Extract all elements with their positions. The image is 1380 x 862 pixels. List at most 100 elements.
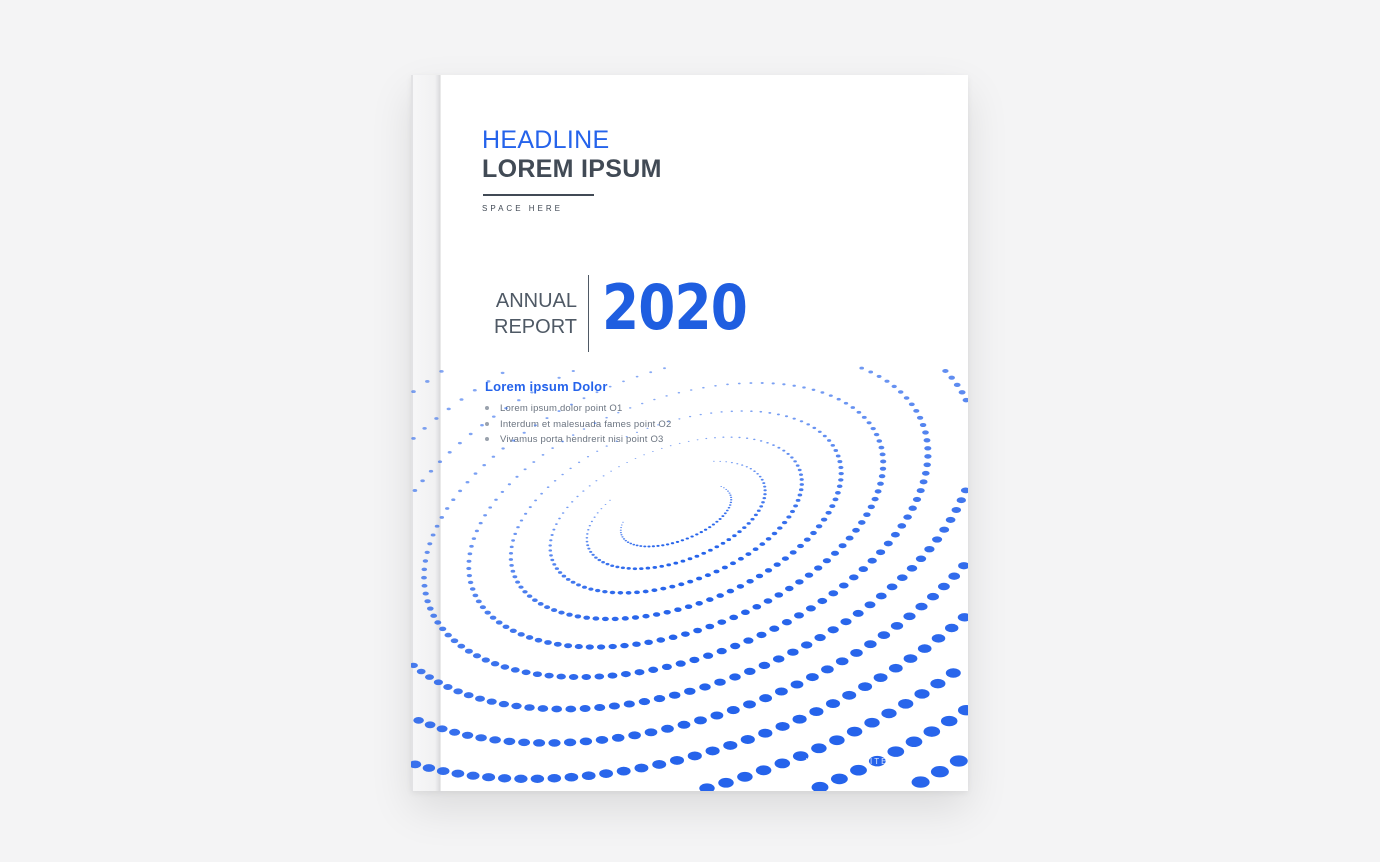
swirl-dot [643,545,647,548]
swirl-dot [594,556,598,559]
swirl-dot [525,635,534,640]
swirl-dot [639,567,644,570]
swirl-dot [545,417,549,420]
swirl-dot [602,589,608,594]
swirl-dot [644,728,658,737]
swirl-dot [850,648,863,657]
swirl-dot [416,668,426,675]
swirl-dot [846,726,863,737]
swirl-dot [898,699,914,709]
swirl-dot [667,421,670,423]
swirl-dot [864,717,880,728]
swirl-dot [811,743,827,754]
swirl-dot [467,552,473,556]
swirl-dot [832,497,839,502]
swirl-dot [728,504,732,506]
swirl-dot [726,706,740,715]
swirl-dot [684,687,696,695]
swirl-dot [838,471,844,476]
swirl-dot [427,606,434,611]
swirl-dot [822,558,831,564]
swirl-dot [710,711,724,720]
swirl-dot [669,445,672,447]
swirl-dot [703,652,714,659]
swirl-dot [840,618,852,626]
swirl-dot [657,424,660,426]
swirl-dot [866,421,872,425]
swirl-dot [919,422,927,428]
swirl-dot [665,543,670,546]
swirl-dot [634,590,640,595]
swirl-dot [874,489,882,494]
swirl-dot [422,764,436,772]
swirl-dot [453,688,463,695]
swirl-dot [802,386,806,389]
swirl-dot [472,653,482,659]
swirl-dot [864,640,877,649]
swirl-dot [622,380,625,383]
swirl-dot [838,478,844,482]
swirl-dot [687,557,693,561]
swirl-dot [945,516,956,523]
swirl-dot [730,436,733,438]
swirl-dot [812,426,817,430]
swirl-dot [617,411,620,414]
swirl-dot [845,535,854,541]
swirl-dot [472,593,479,598]
swirl-dot [852,609,864,617]
swirl-dot [704,573,711,578]
swirl-dot [631,615,640,620]
swirl-dot [835,454,841,458]
swirl-dot [421,583,428,588]
swirl-dot [801,641,813,649]
swirl-dot [750,517,755,521]
swirl-dot [587,547,591,550]
swirl-dot [870,426,876,431]
swirl-dot [718,518,722,520]
swirl-dot [605,445,608,447]
swirl-dot [522,590,528,594]
swirl-dot [634,457,637,460]
swirl-dot [777,446,781,449]
swirl-dot [663,367,666,370]
swirl-dot [772,655,785,663]
swirl-dot [822,434,827,438]
swirl-dot [635,375,639,378]
swirl-dot [498,774,512,783]
swirl-dot [512,575,518,579]
swirl-dot [730,462,733,464]
swirl-dot [566,506,569,509]
swirl-dot [551,705,563,713]
swirl-dot [447,451,452,454]
swirl-dot [466,559,472,563]
swirl-dot [424,550,430,555]
swirl-dot [425,379,430,383]
swirl-dot [789,509,796,514]
swirl-dot [730,642,741,650]
swirl-dot [533,424,537,427]
swirl-dot [806,673,819,682]
swirl-dot [532,598,538,602]
swirl-dot [849,574,859,581]
swirl-dot [759,505,764,508]
swirl-dot [774,592,784,598]
swirl-dot [931,634,946,643]
swirl-dot [694,554,700,558]
swirl-dot [669,691,681,699]
swirl-dot [752,547,759,552]
swirl-dot [549,539,553,542]
swirl-dot [878,474,886,479]
swirl-dot [422,559,429,563]
swirl-dot [880,459,887,464]
swirl-dot [466,573,473,578]
swirl-dot [585,644,594,650]
swirl-dot [883,540,893,547]
swirl-dot [749,468,752,470]
swirl-dot [781,619,792,626]
swirl-dot [450,638,459,644]
swirl-dot [694,716,707,725]
swirl-dot [859,366,864,370]
swirl-dot [873,673,888,682]
swirl-dot [482,773,496,782]
swirl-dot [850,764,867,776]
